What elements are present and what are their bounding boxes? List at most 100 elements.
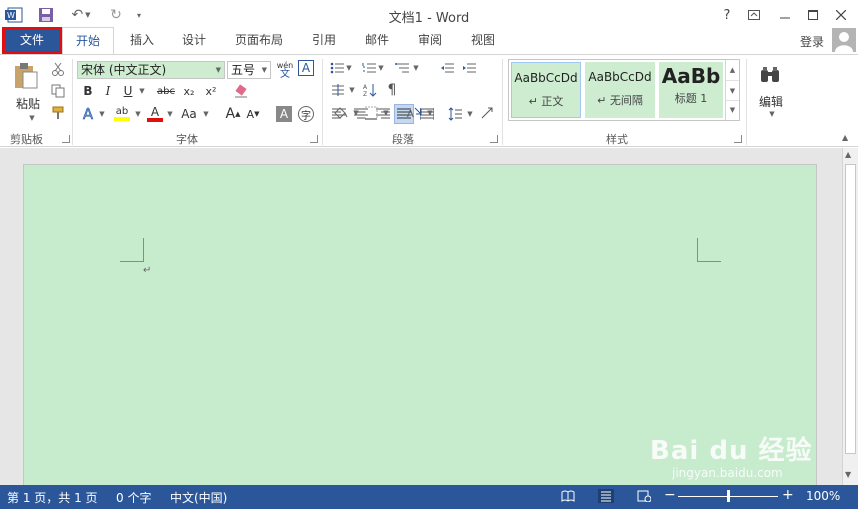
shading-icon[interactable] [330,104,350,122]
word-count[interactable]: 0 个字 [116,489,151,506]
text-direction-dropdown-icon[interactable]: ▼ [424,104,434,122]
change-case-button[interactable]: Aa [178,105,200,123]
style-heading-1[interactable]: AaBb 标题 1 [659,62,723,118]
zoom-in-button[interactable]: + [782,487,794,503]
tab-page-layout[interactable]: 页面布局 [228,27,290,53]
italic-button[interactable]: I [100,83,116,99]
tab-file[interactable]: 文件 [2,27,62,54]
text-direction-icon[interactable]: A [404,104,424,122]
editing-button[interactable]: 编辑 [752,93,790,109]
enclose-characters-button[interactable]: 字 [298,106,314,122]
strikethrough-button[interactable]: abc [154,83,178,99]
read-mode-icon[interactable] [560,489,576,503]
highlight-button[interactable]: ab [112,105,132,123]
chinese-layout-dropdown-icon[interactable]: ▼ [346,82,356,98]
highlight-dropdown-icon[interactable]: ▼ [132,105,142,123]
asian-typography-icon[interactable] [478,104,496,122]
tab-view[interactable]: 视图 [463,27,503,53]
maximize-icon[interactable] [802,5,824,25]
character-border-button[interactable]: A [298,60,314,76]
font-name-combo[interactable]: 宋体 (中文正文) ▼ [77,61,225,79]
bold-button[interactable]: B [80,83,96,99]
superscript-button[interactable]: x² [202,83,220,99]
paragraph-launcher-icon[interactable] [490,135,498,143]
binoculars-icon[interactable] [756,61,784,89]
line-spacing-icon[interactable] [446,105,464,123]
zoom-out-button[interactable]: − [664,487,676,503]
shading-dropdown-icon[interactable]: ▼ [350,104,360,122]
group-divider [746,59,747,145]
text-effects-button[interactable]: A [80,105,96,124]
vertical-scrollbar[interactable]: ▲ ▼ [842,148,858,485]
help-button[interactable]: ? [716,5,738,25]
gallery-up-icon[interactable]: ▲ [726,60,739,80]
line-spacing-dropdown-icon[interactable]: ▼ [464,105,474,123]
tab-insert[interactable]: 插入 [122,27,162,53]
ribbon-display-options-icon[interactable] [743,5,765,25]
gallery-more-icon[interactable]: ▼ [726,100,739,118]
chevron-down-icon: ▼ [215,66,221,74]
font-color-dropdown-icon[interactable]: ▼ [164,105,174,123]
page-count[interactable]: 第 1 页，共 1 页 [7,489,98,506]
style-normal[interactable]: AaBbCcDd ↵ 正文 [511,62,581,118]
sort-icon[interactable]: AZ [362,82,378,98]
change-case-dropdown-icon[interactable]: ▼ [200,105,210,123]
tab-mailings[interactable]: 邮件 [357,27,397,53]
phonetic-guide-button[interactable]: wén 文 [276,59,294,81]
shrink-font-button[interactable]: A ▼ [244,105,262,123]
copy-icon[interactable] [50,83,66,99]
cut-icon[interactable] [50,61,66,77]
show-hide-marks-icon[interactable]: ¶ [384,82,400,98]
baidu-watermark-url: jingyan.baidu.com [672,466,783,480]
paste-icon[interactable] [10,61,42,93]
tab-references[interactable]: 引用 [304,27,344,53]
zoom-slider-thumb[interactable] [727,490,730,502]
zoom-level[interactable]: 100% [806,489,840,503]
font-color-button[interactable]: A [146,105,164,123]
web-layout-icon[interactable] [636,489,652,503]
multilevel-list-icon[interactable]: ▼ [394,60,420,76]
styles-launcher-icon[interactable] [734,135,742,143]
paragraph-mark: ↵ [143,265,152,276]
scroll-down-icon[interactable]: ▼ [845,470,851,479]
format-painter-icon[interactable] [50,105,66,121]
text-effects-dropdown-icon[interactable]: ▼ [96,105,106,123]
font-size-combo[interactable]: 五号 ▼ [227,61,271,79]
character-shading-button[interactable]: A [276,106,292,122]
avatar[interactable] [832,28,856,52]
paste-button[interactable]: 粘贴 [8,95,48,111]
scroll-up-icon[interactable]: ▲ [845,150,851,159]
tab-home[interactable]: 开始 [62,27,114,55]
grow-font-button[interactable]: A ▲ [224,105,242,123]
underline-dropdown-icon[interactable]: ▼ [136,83,146,99]
tab-review[interactable]: 审阅 [410,27,450,53]
clipboard-launcher-icon[interactable] [62,135,70,143]
borders-dropdown-icon[interactable]: ▼ [380,104,390,122]
login-link[interactable]: 登录 [800,33,824,50]
close-icon[interactable] [830,5,852,25]
borders-icon[interactable] [362,104,380,122]
highlight-label: ab [115,106,129,117]
editing-dropdown-icon[interactable]: ▼ [766,109,776,119]
tab-design[interactable]: 设计 [174,27,214,53]
crop-mark-right [697,238,721,262]
bullets-icon[interactable]: ▼ [330,60,352,76]
underline-button[interactable]: U [120,83,136,99]
paste-dropdown-icon[interactable]: ▼ [26,113,36,123]
gallery-down-icon[interactable]: ▼ [726,80,739,100]
subscript-button[interactable]: x₂ [180,83,198,99]
decrease-indent-icon[interactable] [438,60,456,76]
collapse-ribbon-icon[interactable]: ▲ [842,133,848,142]
print-layout-icon[interactable] [598,489,614,503]
scroll-thumb[interactable] [845,164,856,454]
numbering-icon[interactable]: ▼ [362,60,384,76]
font-launcher-icon[interactable] [310,135,318,143]
shrink-font-label: A [246,107,255,121]
style-sample: AaBbCcDd [514,71,578,85]
language-status[interactable]: 中文(中国) [170,489,227,506]
chinese-layout-icon[interactable] [330,82,346,98]
minimize-icon[interactable] [774,5,796,25]
clear-formatting-icon[interactable] [232,83,250,99]
increase-indent-icon[interactable] [460,60,478,76]
style-no-spacing[interactable]: AaBbCcDd ↵ 无间隔 [585,62,655,118]
